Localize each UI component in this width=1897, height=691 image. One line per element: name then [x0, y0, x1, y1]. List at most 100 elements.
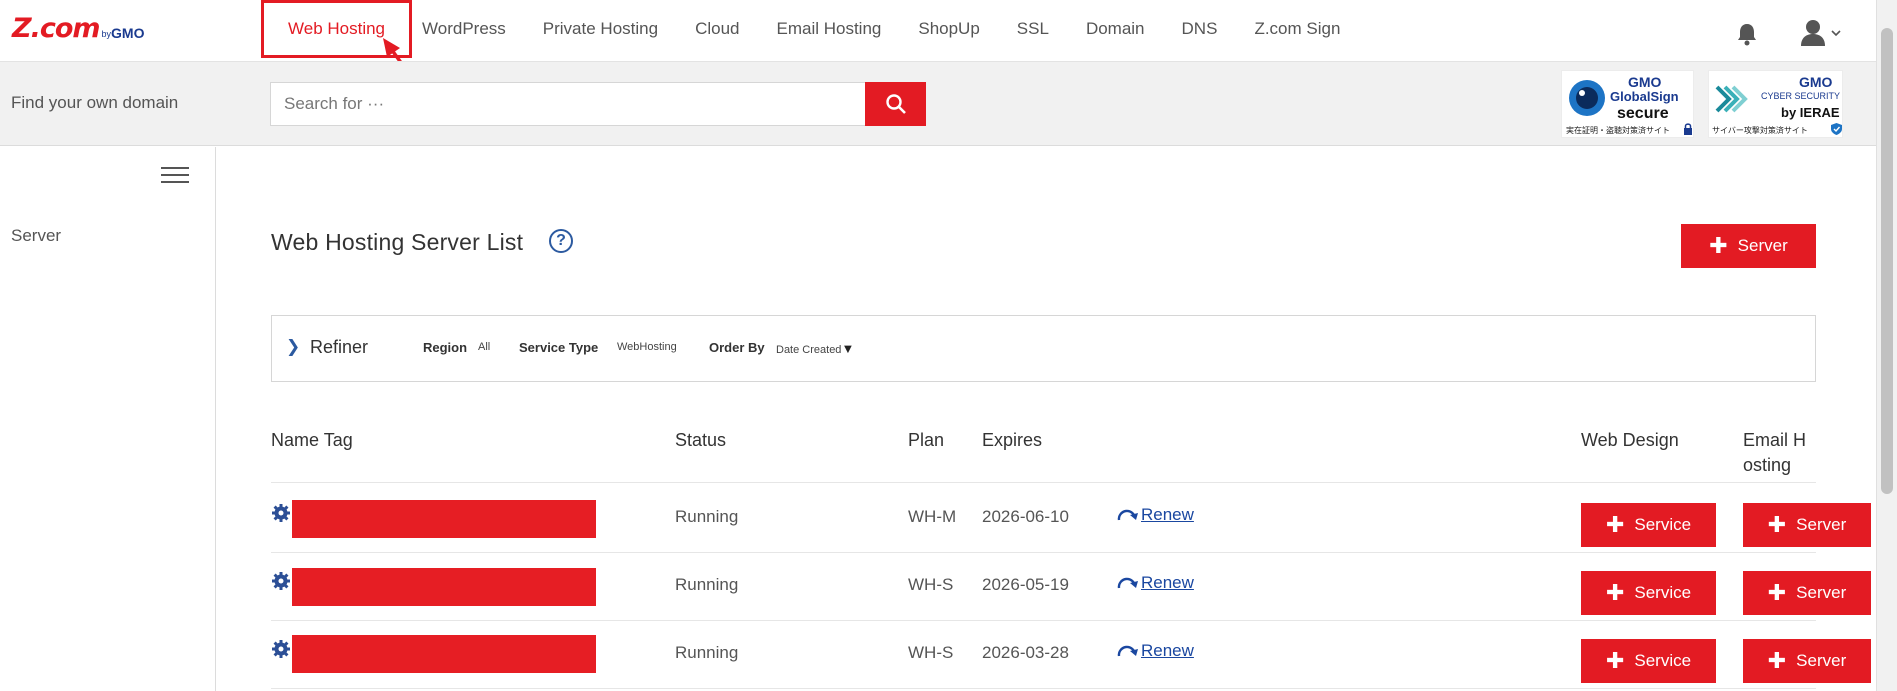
add-email-server-button[interactable]: ✚ Server — [1743, 503, 1871, 547]
row-divider — [271, 552, 1816, 553]
order-by-text: Date Created — [776, 344, 842, 356]
ierae-logo-icon — [1715, 85, 1748, 113]
page-title: Web Hosting Server List — [271, 229, 524, 255]
plus-icon: ✚ — [1767, 512, 1787, 537]
nav-wordpress[interactable]: WordPress — [422, 19, 506, 39]
server-label: Server — [1796, 583, 1847, 602]
logo-by: by — [101, 29, 112, 39]
add-service-button[interactable]: ✚ Service — [1581, 639, 1716, 683]
redacted-name-tag — [292, 500, 596, 538]
plus-icon: ✚ — [1709, 233, 1728, 258]
renew-icon — [1117, 577, 1138, 589]
search-input[interactable] — [271, 83, 865, 125]
service-label: Service — [1634, 651, 1692, 670]
col-email-hosting-line2: osting — [1743, 455, 1792, 475]
scrollbar-thumb[interactable] — [1881, 28, 1893, 494]
menu-icon[interactable] — [161, 167, 189, 185]
plus-icon: ✚ — [1767, 580, 1787, 605]
gear-icon[interactable] — [271, 639, 291, 659]
nav-zcom-sign[interactable]: Z.com Sign — [1254, 19, 1340, 39]
plus-icon: ✚ — [1605, 512, 1625, 537]
col-email-hosting-line1: Email H — [1743, 430, 1807, 450]
cybersecurity-seal[interactable]: GMO CYBER SECURITY by IERAE サイバー攻撃対策済サイト — [1708, 70, 1843, 138]
renew-link[interactable]: Renew — [1115, 573, 1194, 593]
col-expires: Expires — [982, 430, 1043, 450]
nav-shopup[interactable]: ShopUp — [918, 19, 979, 39]
service-label: Service — [1634, 515, 1692, 534]
plus-icon: ✚ — [1605, 580, 1625, 605]
renew-label[interactable]: Renew — [1141, 505, 1194, 525]
expires-cell: 2026-05-19 — [982, 575, 1069, 594]
refiner-toggle[interactable]: Refiner — [310, 337, 368, 358]
seal-secure: secure — [1617, 105, 1669, 122]
add-email-server-button[interactable]: ✚ Server — [1743, 571, 1871, 615]
expires-cell: 2026-03-28 — [982, 643, 1069, 662]
redacted-name-tag — [292, 568, 596, 606]
chevron-down-icon — [1831, 30, 1841, 37]
region-label: Region — [423, 340, 468, 355]
seal-cyber-security: CYBER SECURITY — [1761, 91, 1841, 101]
redacted-name-tag — [292, 635, 596, 673]
globalsign-seal[interactable]: GMO GlobalSign secure 実在証明・盗聴対策済サイト — [1561, 70, 1694, 138]
seal-footer: サイバー攻撃対策済サイト — [1712, 126, 1808, 135]
service-type-value[interactable]: WebHosting — [617, 341, 677, 353]
status-cell: Running — [675, 643, 739, 662]
order-by-label: Order By — [709, 340, 765, 355]
main-nav: Web Hosting WordPress Private Hosting Cl… — [261, 0, 1377, 58]
seal-gmo: GMO — [1799, 74, 1833, 90]
chevron-right-icon[interactable]: ❯ — [286, 337, 300, 357]
col-web-design: Web Design — [1581, 430, 1679, 450]
help-icon[interactable]: ? — [549, 229, 573, 253]
renew-icon — [1117, 509, 1138, 521]
add-server-button[interactable]: ✚ Server — [1681, 224, 1816, 268]
seal-gmo: GMO — [1628, 74, 1662, 90]
nav-web-hosting[interactable]: Web Hosting — [261, 0, 413, 58]
user-menu[interactable] — [1800, 19, 1846, 47]
status-cell: Running — [675, 507, 739, 526]
plus-icon: ✚ — [1767, 648, 1787, 673]
nav-domain[interactable]: Domain — [1086, 19, 1145, 39]
add-email-server-button[interactable]: ✚ Server — [1743, 639, 1871, 683]
zcom-logo[interactable]: Z.com by GMO — [12, 13, 145, 44]
plan-cell: WH-S — [908, 575, 954, 594]
lock-icon — [1684, 123, 1692, 135]
search-field[interactable] — [270, 82, 866, 126]
server-label: Server — [1796, 515, 1847, 534]
header-divider — [271, 482, 1816, 483]
expires-cell: 2026-06-10 — [982, 507, 1069, 526]
renew-icon — [1117, 645, 1138, 657]
sort-down-icon[interactable]: ▼ — [841, 341, 854, 356]
gear-icon[interactable] — [271, 503, 291, 523]
add-server-label: Server — [1737, 236, 1788, 255]
row-divider — [271, 620, 1816, 621]
sidebar-item-server[interactable]: Server — [11, 226, 61, 246]
nav-ssl[interactable]: SSL — [1017, 19, 1049, 39]
col-name-tag: Name Tag — [271, 430, 353, 450]
top-navigation: Z.com by GMO Web Hosting WordPress Priva… — [0, 0, 1876, 60]
refiner-panel: ❯ Refiner Region All Service Type WebHos… — [271, 315, 1816, 382]
add-service-button[interactable]: ✚ Service — [1581, 503, 1716, 547]
search-button[interactable] — [865, 82, 926, 126]
logo-wordmark: Z.com — [12, 13, 101, 44]
col-status: Status — [675, 430, 727, 450]
region-value[interactable]: All — [478, 341, 490, 353]
page-scrollbar[interactable] — [1876, 0, 1897, 691]
nav-email-hosting[interactable]: Email Hosting — [776, 19, 881, 39]
status-cell: Running — [675, 575, 739, 594]
gear-icon[interactable] — [271, 571, 291, 591]
shield-check-icon — [1831, 123, 1842, 135]
order-by-value[interactable]: Date Created▼ — [776, 341, 854, 356]
renew-label[interactable]: Renew — [1141, 573, 1194, 593]
row-divider — [271, 688, 1816, 689]
renew-link[interactable]: Renew — [1115, 505, 1194, 525]
server-label: Server — [1796, 651, 1847, 670]
plan-cell: WH-M — [908, 507, 957, 526]
renew-label[interactable]: Renew — [1141, 641, 1194, 661]
bell-icon[interactable] — [1736, 22, 1758, 46]
nav-private-hosting[interactable]: Private Hosting — [543, 19, 658, 39]
service-type-label: Service Type — [519, 340, 599, 355]
nav-dns[interactable]: DNS — [1182, 19, 1218, 39]
renew-link[interactable]: Renew — [1115, 641, 1194, 661]
add-service-button[interactable]: ✚ Service — [1581, 571, 1716, 615]
nav-cloud[interactable]: Cloud — [695, 19, 739, 39]
